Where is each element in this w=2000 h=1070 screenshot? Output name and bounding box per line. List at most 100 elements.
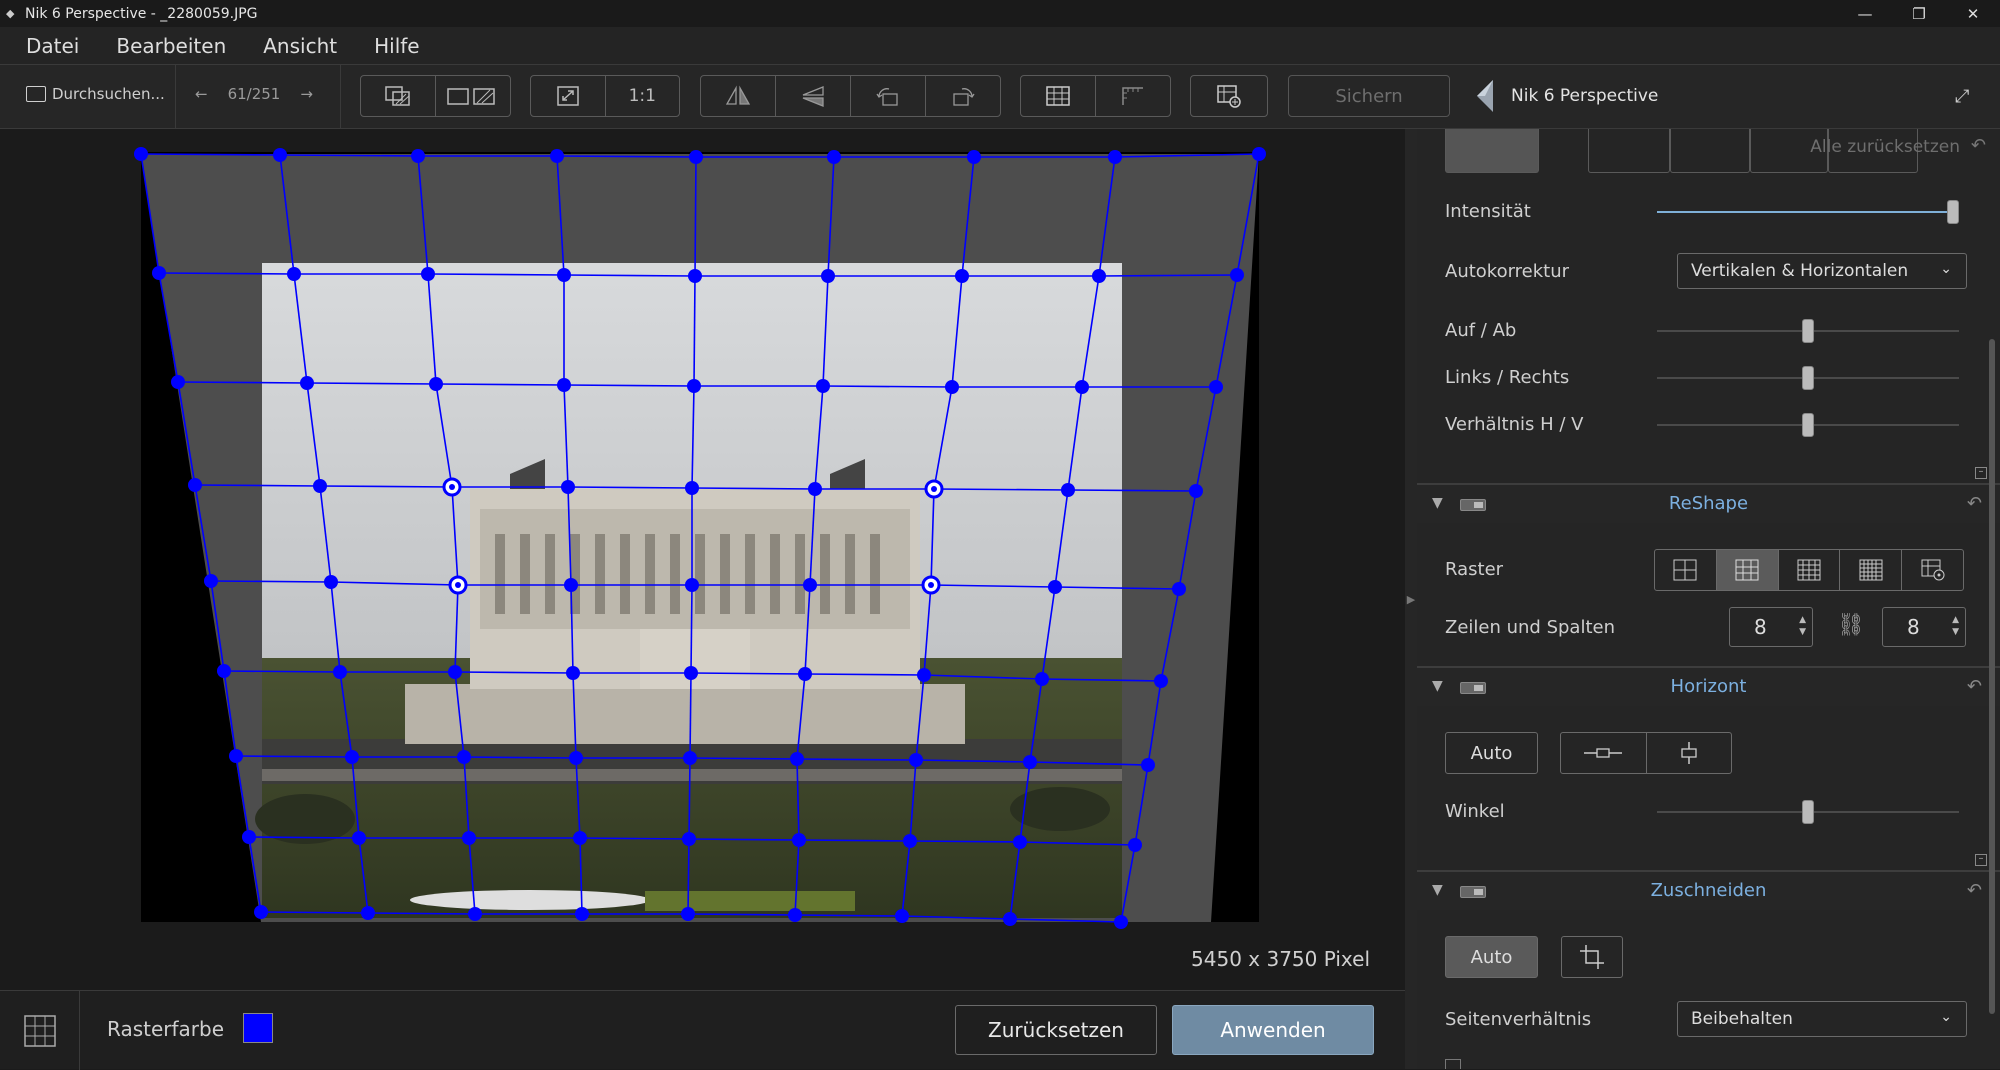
grid-node[interactable] (204, 574, 218, 588)
previous-image-icon[interactable]: ← (195, 85, 208, 103)
add-preset-button[interactable] (1191, 76, 1267, 116)
apply-button[interactable]: Anwenden (1172, 1005, 1374, 1055)
undo-icon[interactable]: ↶ (1967, 676, 1982, 697)
grid-node[interactable] (1114, 915, 1128, 929)
grid-node[interactable] (1172, 582, 1186, 596)
raster-3x3-button[interactable] (1716, 550, 1779, 590)
grid-node[interactable] (254, 905, 268, 919)
grid-node[interactable] (681, 907, 695, 921)
raster-2x2-button[interactable] (1655, 550, 1717, 590)
grid-node[interactable] (300, 376, 314, 390)
next-image-icon[interactable]: → (300, 85, 313, 103)
checkbox[interactable] (1445, 1059, 1461, 1069)
grid-node[interactable] (790, 752, 804, 766)
grid-node[interactable] (550, 149, 564, 163)
rows-stepper[interactable]: 8 ▲ ▼ (1729, 607, 1813, 647)
flip-vertical-button[interactable] (776, 76, 851, 116)
grid-node[interactable] (821, 269, 835, 283)
grid-node[interactable] (575, 907, 589, 921)
rotate-left-button[interactable] (851, 76, 926, 116)
crop-tool-button[interactable] (1561, 936, 1623, 978)
grid-node[interactable] (945, 380, 959, 394)
undo-icon[interactable]: ↶ (1971, 135, 1986, 156)
fullscreen-icon[interactable]: ⤢ (1955, 86, 1969, 107)
grid-node[interactable] (134, 147, 148, 161)
maximize-button[interactable]: ❐ (1892, 0, 1946, 27)
grid-node[interactable] (1048, 580, 1062, 594)
grid-node[interactable] (895, 909, 909, 923)
mode-tab[interactable] (1670, 129, 1750, 173)
panel-scrollbar[interactable] (1989, 339, 1995, 1014)
grid-node[interactable] (1209, 380, 1223, 394)
grid-node[interactable] (689, 150, 703, 164)
ratio-slider[interactable] (1657, 413, 1959, 437)
grid-node[interactable] (792, 833, 806, 847)
mode-tab[interactable] (1588, 129, 1670, 173)
grid-node[interactable] (1013, 835, 1027, 849)
grid-node[interactable] (1092, 269, 1106, 283)
menu-hilfe[interactable]: Hilfe (374, 34, 420, 58)
grid-node[interactable] (955, 269, 969, 283)
grid-node[interactable] (1108, 150, 1122, 164)
grid-node[interactable] (462, 831, 476, 845)
aspect-ratio-dropdown[interactable]: Beibehalten ⌄ (1677, 1001, 1967, 1037)
grid-node[interactable] (687, 379, 701, 393)
link-icon[interactable]: ⛓ (1837, 613, 1865, 638)
grid-node[interactable] (1230, 268, 1244, 282)
angle-slider[interactable] (1657, 800, 1959, 824)
grid-node[interactable] (827, 150, 841, 164)
grid-node[interactable] (468, 907, 482, 921)
grid-node[interactable] (1061, 483, 1075, 497)
grid-node[interactable] (573, 831, 587, 845)
autocorrect-dropdown[interactable]: Vertikalen & Horizontalen ⌄ (1677, 253, 1967, 289)
menu-datei[interactable]: Datei (26, 34, 79, 58)
slider-knob[interactable] (1802, 319, 1814, 343)
grid-node[interactable] (171, 375, 185, 389)
grid-node[interactable] (569, 751, 583, 765)
raster-4x4-button[interactable] (1779, 550, 1841, 590)
image-canvas[interactable]: 5450 x 3750 Pixel (0, 129, 1405, 990)
zoom-1to1-button[interactable]: 1:1 (606, 76, 680, 116)
cols-stepper[interactable]: 8 ▲ ▼ (1882, 607, 1966, 647)
grid-node[interactable] (684, 666, 698, 680)
grid-node[interactable] (313, 479, 327, 493)
grid-node[interactable] (217, 664, 231, 678)
grid-node[interactable] (1075, 380, 1089, 394)
grid-node[interactable] (188, 478, 202, 492)
horizon-section-header[interactable]: ▼ Horizont ↶ (1417, 666, 2000, 706)
intensity-slider[interactable] (1657, 200, 1959, 224)
grid-node[interactable] (242, 830, 256, 844)
vertical-level-button[interactable] (1647, 733, 1732, 773)
grid-node[interactable] (324, 575, 338, 589)
grid-node[interactable] (917, 668, 931, 682)
rotate-right-button[interactable] (926, 76, 1000, 116)
minimize-button[interactable]: — (1838, 0, 1892, 27)
grid-node[interactable] (411, 149, 425, 163)
grid-node[interactable] (1141, 758, 1155, 772)
updown-slider[interactable] (1657, 319, 1959, 343)
slider-knob[interactable] (1802, 413, 1814, 437)
grid-node[interactable] (361, 906, 375, 920)
grid-node[interactable] (1189, 484, 1203, 498)
grid-node[interactable] (564, 578, 578, 592)
grid-node[interactable] (457, 750, 471, 764)
close-button[interactable]: ✕ (1946, 0, 2000, 27)
collapse-icon[interactable]: – (1975, 854, 1987, 866)
grid-node[interactable] (682, 832, 696, 846)
grid-node[interactable] (1154, 674, 1168, 688)
grid-node[interactable] (798, 667, 812, 681)
grid-color-swatch[interactable] (243, 1013, 273, 1043)
slider-knob[interactable] (1947, 200, 1959, 224)
browse-button[interactable]: Durchsuchen... (26, 85, 165, 103)
grid-node[interactable] (429, 377, 443, 391)
grid-node[interactable] (803, 578, 817, 592)
grid-node[interactable] (1035, 672, 1049, 686)
grid-node[interactable] (333, 665, 347, 679)
grid-node[interactable] (1252, 147, 1266, 161)
collapse-icon[interactable]: – (1975, 467, 1987, 479)
grid-node[interactable] (1003, 912, 1017, 926)
fit-to-window-button[interactable] (531, 76, 606, 116)
grid-toggle-button[interactable] (0, 991, 80, 1070)
reset-all-link[interactable]: Alle zurücksetzen (1810, 137, 1960, 157)
grid-node[interactable] (561, 480, 575, 494)
